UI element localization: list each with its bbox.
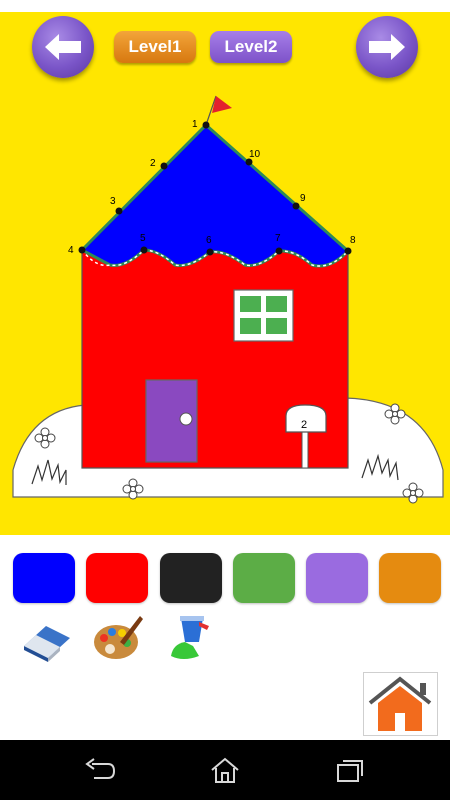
coloring-canvas[interactable]: 2 1 2 3 4 5 6 7 8 9 10 Level1 Level2 [0,12,450,535]
level1-button[interactable]: Level1 [114,31,196,63]
dot-label: 10 [249,149,261,160]
dot-label: 3 [110,196,116,207]
dot-2 [160,162,168,170]
color-swatch-red[interactable] [86,553,148,603]
dot-label: 1 [192,119,198,130]
dot-5 [140,246,148,254]
eraser-icon[interactable] [20,612,74,662]
dot-4 [78,246,86,254]
recent-apps-icon[interactable] [334,756,366,784]
window-pane[interactable] [240,318,261,334]
dot-8 [344,247,352,255]
system-navigation-bar [0,740,450,800]
dot-label: 4 [68,245,74,256]
mailbox-number: 2 [301,419,307,431]
house-drawing[interactable]: 2 1 2 3 4 5 6 7 8 9 10 [0,12,450,535]
paint-bucket-icon[interactable] [163,612,217,662]
arrow-right-icon [369,34,405,60]
mailbox-post [301,431,309,469]
color-swatch-blue[interactable] [13,553,75,603]
paint-palette-icon[interactable] [90,612,144,662]
dot-label: 5 [140,233,146,244]
color-swatch-orange[interactable] [379,553,441,603]
window-pane[interactable] [266,296,287,312]
home-button[interactable] [363,672,438,736]
top-strip [0,0,450,12]
back-icon[interactable] [84,756,116,784]
dot-label: 8 [350,235,356,246]
home-icon [368,676,432,731]
arrow-left-icon [45,34,81,60]
color-swatch-green[interactable] [233,553,295,603]
door-knob [179,412,193,426]
color-palette [0,553,450,605]
dot-label: 6 [206,235,212,246]
level2-button[interactable]: Level2 [210,31,292,63]
dot-label: 7 [275,233,281,244]
dot-label: 9 [300,193,306,204]
window-pane[interactable] [240,296,261,312]
home-nav-icon[interactable] [209,756,241,784]
dot-label: 2 [150,158,156,169]
previous-level-button[interactable] [32,16,94,78]
window-pane[interactable] [266,318,287,334]
house-roof[interactable] [79,122,351,268]
dot-3 [115,207,123,215]
dot-1 [202,121,210,129]
next-level-button[interactable] [356,16,418,78]
color-swatch-purple[interactable] [306,553,368,603]
dot-7 [275,247,283,255]
dot-9 [292,202,300,210]
dot-6 [206,248,214,256]
color-swatch-black[interactable] [160,553,222,603]
